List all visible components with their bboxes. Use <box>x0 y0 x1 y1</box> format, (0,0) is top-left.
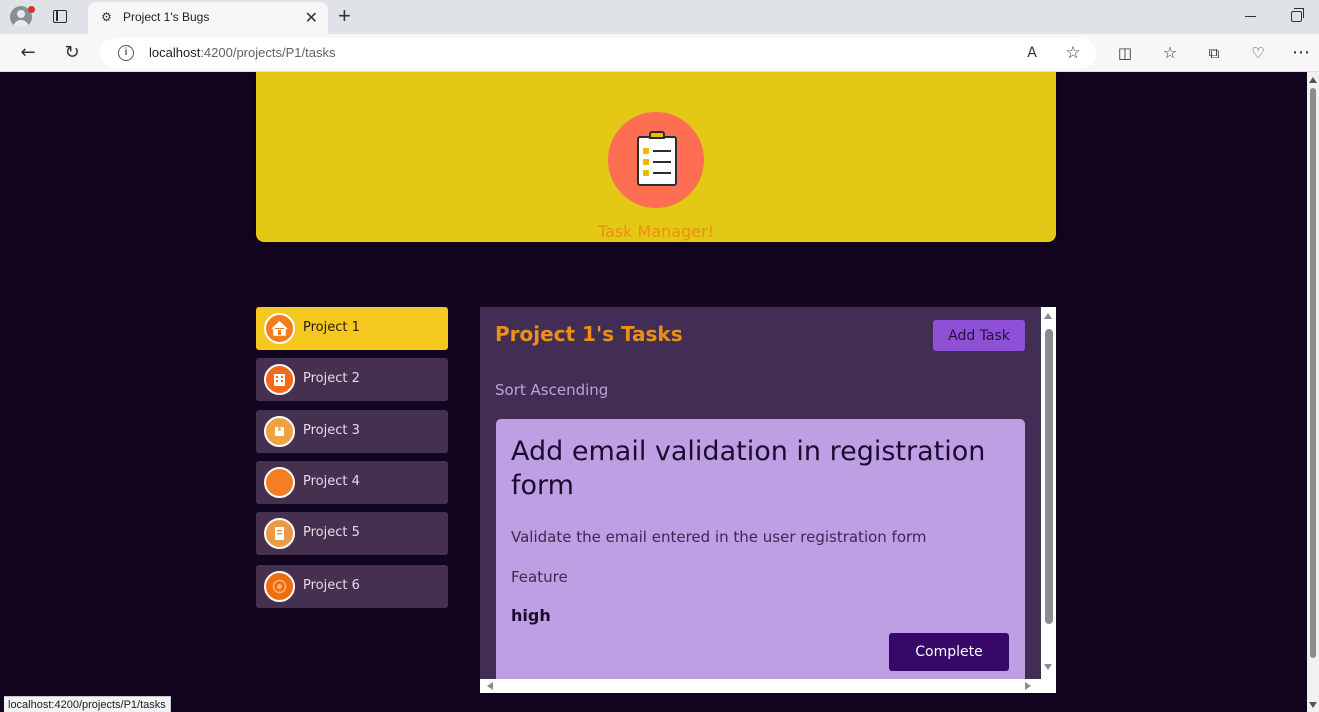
sidebar-item-project-2[interactable]: Project 2 <box>256 358 448 401</box>
browser-toolbar: ← ↻ i localhost:4200/projects/P1/tasks A… <box>0 34 1319 72</box>
page-scroll-up-icon[interactable] <box>1309 77 1317 83</box>
tab-close-icon[interactable]: ✕ <box>305 8 318 28</box>
tasks-panel: Project 1's Tasks Add Task Sort Ascendin… <box>480 307 1056 693</box>
task-type: Feature <box>511 568 568 586</box>
browser-tab[interactable]: ⚙ Project 1's Bugs ✕ <box>88 2 328 34</box>
address-bar[interactable]: i localhost:4200/projects/P1/tasks A ☆ <box>100 38 1096 68</box>
refresh-icon[interactable]: ↻ <box>60 41 84 65</box>
scroll-thumb[interactable] <box>1045 329 1053 624</box>
split-screen-icon[interactable]: ◫ <box>1113 41 1137 65</box>
sidebar-item-project-1[interactable]: Project 1 <box>256 307 448 350</box>
browser-essentials-icon[interactable]: ♡ <box>1246 41 1270 65</box>
url-text[interactable]: localhost:4200/projects/P1/tasks <box>149 45 335 60</box>
document-icon <box>264 518 295 549</box>
new-tab-button[interactable]: + <box>338 3 351 29</box>
page-scroll-down-icon[interactable] <box>1309 702 1317 708</box>
task-card: Add email validation in registration for… <box>496 419 1025 679</box>
task-description: Validate the email entered in the user r… <box>511 528 927 546</box>
tab-actions-icon[interactable] <box>53 10 67 23</box>
complete-button[interactable]: Complete <box>889 633 1009 671</box>
more-options-icon[interactable]: ⋯ <box>1289 41 1313 65</box>
box-icon <box>264 416 295 447</box>
target-icon <box>264 571 295 602</box>
page-title: Project 1's Tasks <box>495 322 683 346</box>
sidebar-item-project-3[interactable]: Project 3 <box>256 410 448 453</box>
restore-icon[interactable] <box>1291 8 1304 22</box>
page-scrollbar[interactable] <box>1307 72 1319 712</box>
sidebar-item-label: Project 1 <box>303 320 360 335</box>
status-bar-url: localhost:4200/projects/P1/tasks <box>4 696 171 712</box>
sidebar-item-project-6[interactable]: Project 6 <box>256 565 448 608</box>
app-title: Task Manager! <box>597 222 715 241</box>
sidebar-item-label: Project 4 <box>303 474 360 489</box>
scroll-left-icon[interactable] <box>487 682 493 690</box>
sidebar-item-label: Project 2 <box>303 371 360 386</box>
vertical-scrollbar[interactable] <box>1041 307 1056 679</box>
house-icon <box>264 313 295 344</box>
tab-title: Project 1's Bugs <box>123 10 210 24</box>
page-scroll-thumb[interactable] <box>1310 88 1316 658</box>
back-arrow-icon[interactable]: ← <box>16 41 40 65</box>
favorites-icon[interactable]: ☆ <box>1158 41 1182 65</box>
notification-dot <box>28 6 35 13</box>
tasks-panel-content[interactable]: Project 1's Tasks Add Task Sort Ascendin… <box>480 307 1041 679</box>
sidebar-item-project-5[interactable]: Project 5 <box>256 512 448 555</box>
building-icon <box>264 364 295 395</box>
horizontal-scrollbar[interactable] <box>480 679 1041 693</box>
sidebar-item-label: Project 3 <box>303 423 360 438</box>
sidebar-item-label: Project 6 <box>303 578 360 593</box>
clipboard-icon <box>637 131 677 186</box>
task-priority: high <box>511 606 551 625</box>
scroll-up-icon[interactable] <box>1044 313 1052 319</box>
header-banner: Task Manager! <box>256 72 1056 242</box>
clipboard-logo-icon <box>608 112 704 208</box>
sort-ascending-toggle[interactable]: Sort Ascending <box>495 381 608 399</box>
sidebar-item-project-4[interactable]: Project 4 <box>256 461 448 504</box>
collections-icon[interactable]: ⧉ <box>1202 41 1226 65</box>
site-info-icon[interactable]: i <box>118 45 134 61</box>
circle-icon <box>264 467 295 498</box>
sidebar-item-label: Project 5 <box>303 525 360 540</box>
browser-tab-bar: ⚙ Project 1's Bugs ✕ + <box>0 0 1319 34</box>
favicon-icon: ⚙ <box>101 10 112 24</box>
scroll-right-icon[interactable] <box>1025 682 1031 690</box>
read-aloud-icon[interactable]: A <box>1020 41 1044 65</box>
add-task-button[interactable]: Add Task <box>933 320 1025 351</box>
minimize-icon[interactable] <box>1245 16 1256 17</box>
favorite-star-icon[interactable]: ☆ <box>1061 41 1085 65</box>
task-title: Add email validation in registration for… <box>511 436 986 501</box>
scroll-down-icon[interactable] <box>1044 664 1052 670</box>
page-content: Task Manager! Project 1 Project 2 Projec… <box>4 72 1307 712</box>
